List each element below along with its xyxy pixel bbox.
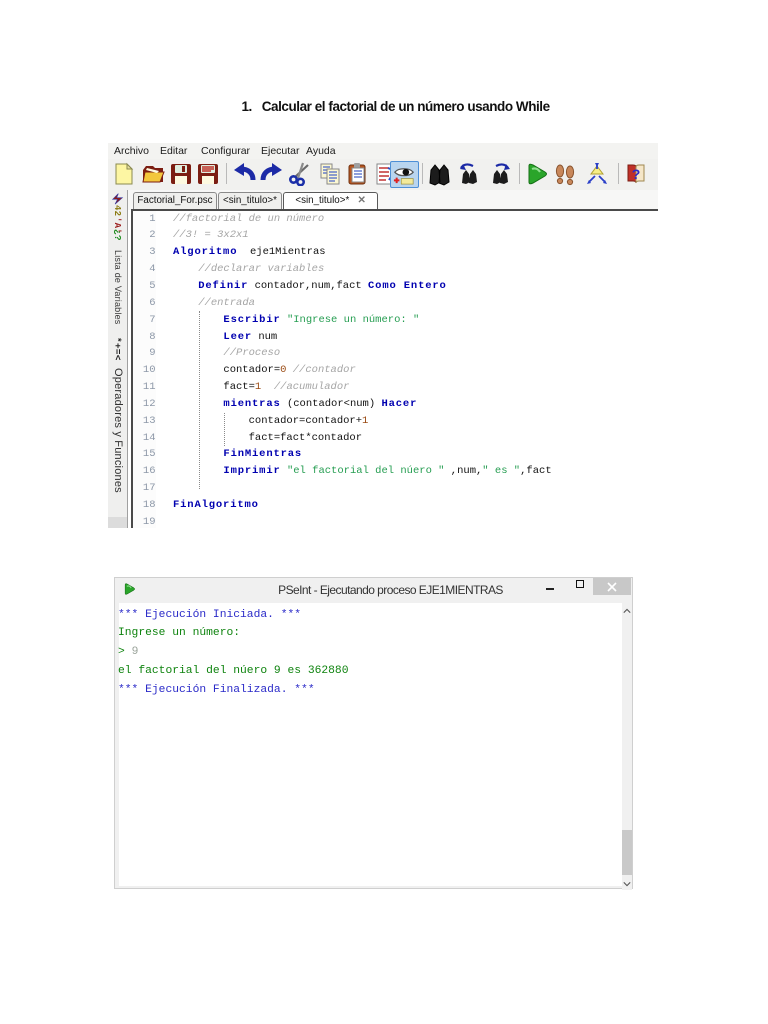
svg-text:?: ? bbox=[632, 166, 641, 182]
